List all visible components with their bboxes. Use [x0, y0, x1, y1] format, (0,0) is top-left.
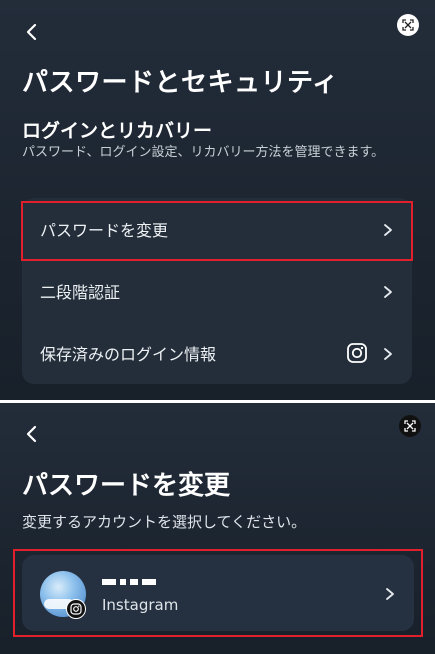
saved-login-item[interactable]: 保存済みのログイン情報	[22, 322, 412, 383]
account-name-redacted	[102, 574, 160, 589]
account-platform: Instagram	[102, 596, 179, 614]
back-arrow-icon[interactable]	[22, 424, 42, 444]
section-description: パスワード、ログイン設定、リカバリー方法を管理できます。	[22, 145, 385, 160]
settings-card: パスワードを変更 二段階認証 保存済みのログイン情報	[22, 198, 412, 384]
screen-change-password: パスワードを変更 変更するアカウントを選択してください。 Instagram	[0, 403, 435, 654]
page-title: パスワードとセキュリティ	[22, 68, 339, 98]
chevron-right-icon	[382, 346, 394, 360]
screen-password-security: パスワードとセキュリティ ログインとリカバリー パスワード、ログイン設定、リカバ…	[0, 0, 435, 400]
expand-icon[interactable]	[399, 415, 421, 437]
expand-icon[interactable]	[397, 14, 419, 36]
item-label: パスワードを変更	[40, 220, 169, 240]
page-subtitle: 変更するアカウントを選択してください。	[22, 513, 307, 531]
instagram-icon	[346, 342, 368, 364]
page-title: パスワードを変更	[22, 471, 231, 501]
item-label: 二段階認証	[40, 282, 121, 302]
back-arrow-icon[interactable]	[22, 22, 42, 42]
two-factor-item[interactable]: 二段階認証	[22, 260, 412, 321]
instagram-icon	[66, 599, 86, 619]
chevron-right-icon	[382, 222, 394, 236]
section-title: ログインとリカバリー	[22, 120, 213, 142]
change-password-item[interactable]: パスワードを変更	[22, 198, 412, 259]
chevron-right-icon	[382, 284, 394, 298]
account-item[interactable]: Instagram	[22, 555, 414, 631]
item-label: 保存済みのログイン情報	[40, 344, 217, 364]
chevron-right-icon	[384, 586, 396, 600]
